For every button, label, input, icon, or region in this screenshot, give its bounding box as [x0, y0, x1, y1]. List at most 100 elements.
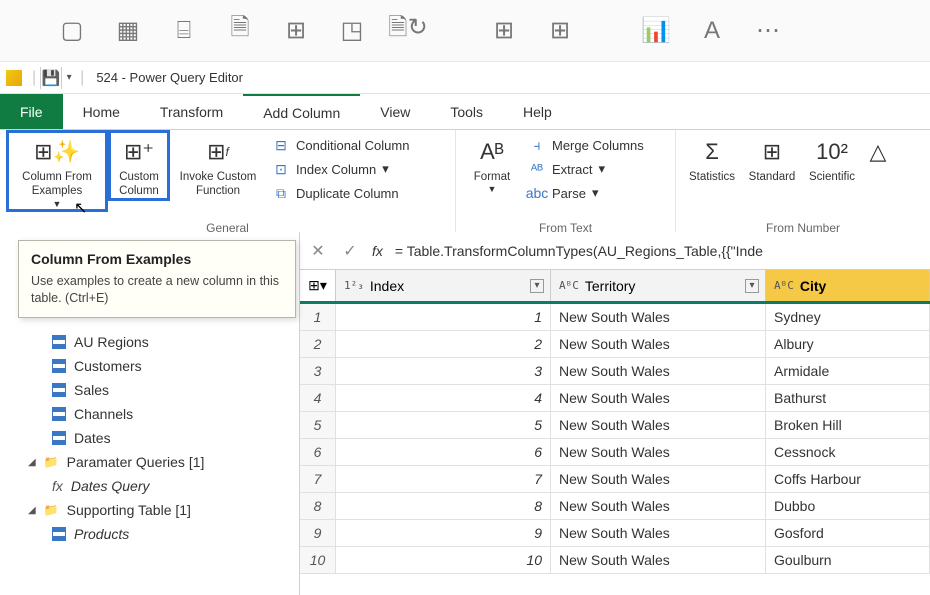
invoke-custom-function-button[interactable]: ⊞f Invoke Custom Function: [172, 132, 264, 199]
table-icon: [52, 527, 66, 541]
cell-index[interactable]: 1: [336, 304, 551, 330]
cell-territory[interactable]: New South Wales: [551, 331, 766, 357]
table-row[interactable]: 88New South WalesDubbo: [300, 493, 930, 520]
table-row[interactable]: 66New South WalesCessnock: [300, 439, 930, 466]
merge-columns-button[interactable]: ⫞Merge Columns: [524, 134, 648, 156]
query-dates-query[interactable]: fxDates Query: [0, 474, 299, 498]
invoke-function-label: Invoke Custom Function: [172, 170, 264, 199]
cell-territory[interactable]: New South Wales: [551, 520, 766, 546]
cell-territory[interactable]: New South Wales: [551, 385, 766, 411]
formula-text[interactable]: = Table.TransformColumnTypes(AU_Regions_…: [395, 243, 763, 259]
cell-territory[interactable]: New South Wales: [551, 304, 766, 330]
query-group-supporting[interactable]: ◢📁Supporting Table [1]: [0, 498, 299, 522]
column-header-city[interactable]: AᴮCCity: [766, 270, 930, 301]
parse-button[interactable]: abcParse ▾: [524, 182, 648, 204]
scientific-button[interactable]: 10² Scientific: [804, 132, 860, 184]
more-number-button[interactable]: △: [864, 132, 892, 170]
conditional-column-button[interactable]: ⊟Conditional Column: [268, 134, 413, 156]
group-label: Paramater Queries [1]: [67, 454, 205, 470]
table-row[interactable]: 33New South WalesArmidale: [300, 358, 930, 385]
cell-index[interactable]: 10: [336, 547, 551, 573]
cell-territory[interactable]: New South Wales: [551, 412, 766, 438]
query-customers[interactable]: Customers: [0, 354, 299, 378]
cell-index[interactable]: 5: [336, 412, 551, 438]
query-group-parameter[interactable]: ◢📁Paramater Queries [1]: [0, 450, 299, 474]
table-row[interactable]: 77New South WalesCoffs Harbour: [300, 466, 930, 493]
query-channels[interactable]: Channels: [0, 402, 299, 426]
ribbon-tabs: File Home Transform Add Column View Tool…: [0, 94, 930, 130]
cell-city[interactable]: Bathurst: [766, 385, 930, 411]
cancel-formula-icon[interactable]: ✕: [308, 241, 328, 261]
icon-add: ⊞: [274, 9, 318, 53]
cell-city[interactable]: Dubbo: [766, 493, 930, 519]
format-icon: Aᴮ: [476, 136, 508, 168]
table-row[interactable]: 1010New South WalesGoulburn: [300, 547, 930, 574]
extract-button[interactable]: ᴬᴮExtract ▾: [524, 158, 648, 180]
duplicate-column-button[interactable]: ⧉Duplicate Column: [268, 182, 413, 204]
cell-city[interactable]: Cessnock: [766, 439, 930, 465]
cell-index[interactable]: 3: [336, 358, 551, 384]
table-row[interactable]: 55New South WalesBroken Hill: [300, 412, 930, 439]
cell-city[interactable]: Albury: [766, 331, 930, 357]
statistics-label: Statistics: [689, 170, 735, 184]
index-column-button[interactable]: ⊡Index Column ▾: [268, 158, 413, 180]
cell-territory[interactable]: New South Wales: [551, 466, 766, 492]
cell-city[interactable]: Coffs Harbour: [766, 466, 930, 492]
statistics-button[interactable]: Σ Statistics: [684, 132, 740, 184]
column-header-territory[interactable]: AᴮCTerritory▾: [551, 270, 766, 301]
tab-view[interactable]: View: [360, 94, 430, 129]
format-button[interactable]: Aᴮ Format ▼: [464, 132, 520, 196]
tab-help[interactable]: Help: [503, 94, 572, 129]
query-dates[interactable]: Dates: [0, 426, 299, 450]
tab-file[interactable]: File: [0, 94, 63, 129]
cell-territory[interactable]: New South Wales: [551, 547, 766, 573]
save-icon[interactable]: 💾: [40, 67, 62, 89]
cell-index[interactable]: 7: [336, 466, 551, 492]
table-options-button[interactable]: ⊞▾: [300, 270, 336, 301]
filter-dropdown-icon[interactable]: ▾: [530, 279, 544, 293]
icon-database: ⌸: [162, 9, 206, 53]
table-icon: [52, 383, 66, 397]
tab-home[interactable]: Home: [63, 94, 140, 129]
standard-button[interactable]: ⊞ Standard: [744, 132, 800, 184]
parse-icon: abc: [528, 184, 546, 202]
row-number: 9: [300, 520, 336, 546]
cell-city[interactable]: Sydney: [766, 304, 930, 330]
cell-city[interactable]: Goulburn: [766, 547, 930, 573]
cell-territory[interactable]: New South Wales: [551, 358, 766, 384]
table-row[interactable]: 11New South WalesSydney: [300, 304, 930, 331]
icon-box: ◳: [330, 9, 374, 53]
grid-headers: ⊞▾ 1²₃Index▾ AᴮCTerritory▾ AᴮCCity: [300, 270, 930, 304]
tab-tools[interactable]: Tools: [430, 94, 503, 129]
index-column-label: Index Column: [296, 162, 376, 177]
cell-index[interactable]: 2: [336, 331, 551, 357]
cell-territory[interactable]: New South Wales: [551, 493, 766, 519]
filter-dropdown-icon[interactable]: ▾: [745, 279, 759, 293]
cell-index[interactable]: 8: [336, 493, 551, 519]
tab-add-column[interactable]: Add Column: [243, 94, 360, 129]
standard-icon: ⊞: [756, 136, 788, 168]
custom-column-button[interactable]: ⊞⁺ Custom Column: [110, 132, 168, 199]
qat-dropdown-icon[interactable]: ▾: [62, 72, 76, 83]
table-row[interactable]: 44New South WalesBathurst: [300, 385, 930, 412]
invoke-function-icon: ⊞f: [202, 136, 234, 168]
cell-territory[interactable]: New South Wales: [551, 439, 766, 465]
query-sales[interactable]: Sales: [0, 378, 299, 402]
accept-formula-icon[interactable]: ✓: [340, 241, 360, 261]
cell-city[interactable]: Gosford: [766, 520, 930, 546]
fx-icon[interactable]: fx: [372, 243, 383, 259]
cell-index[interactable]: 6: [336, 439, 551, 465]
column-from-examples-button[interactable]: ⊞✨ Column From Examples ▼: [8, 132, 106, 210]
cell-index[interactable]: 4: [336, 385, 551, 411]
cell-index[interactable]: 9: [336, 520, 551, 546]
query-products[interactable]: Products: [0, 522, 299, 546]
divider: |: [80, 69, 84, 87]
table-row[interactable]: 22New South WalesAlbury: [300, 331, 930, 358]
tab-transform[interactable]: Transform: [140, 94, 243, 129]
query-au-regions[interactable]: AU Regions: [0, 330, 299, 354]
cell-city[interactable]: Broken Hill: [766, 412, 930, 438]
column-header-index[interactable]: 1²₃Index▾: [336, 270, 551, 301]
cell-city[interactable]: Armidale: [766, 358, 930, 384]
table-row[interactable]: 99New South WalesGosford: [300, 520, 930, 547]
extract-label: Extract: [552, 162, 592, 177]
